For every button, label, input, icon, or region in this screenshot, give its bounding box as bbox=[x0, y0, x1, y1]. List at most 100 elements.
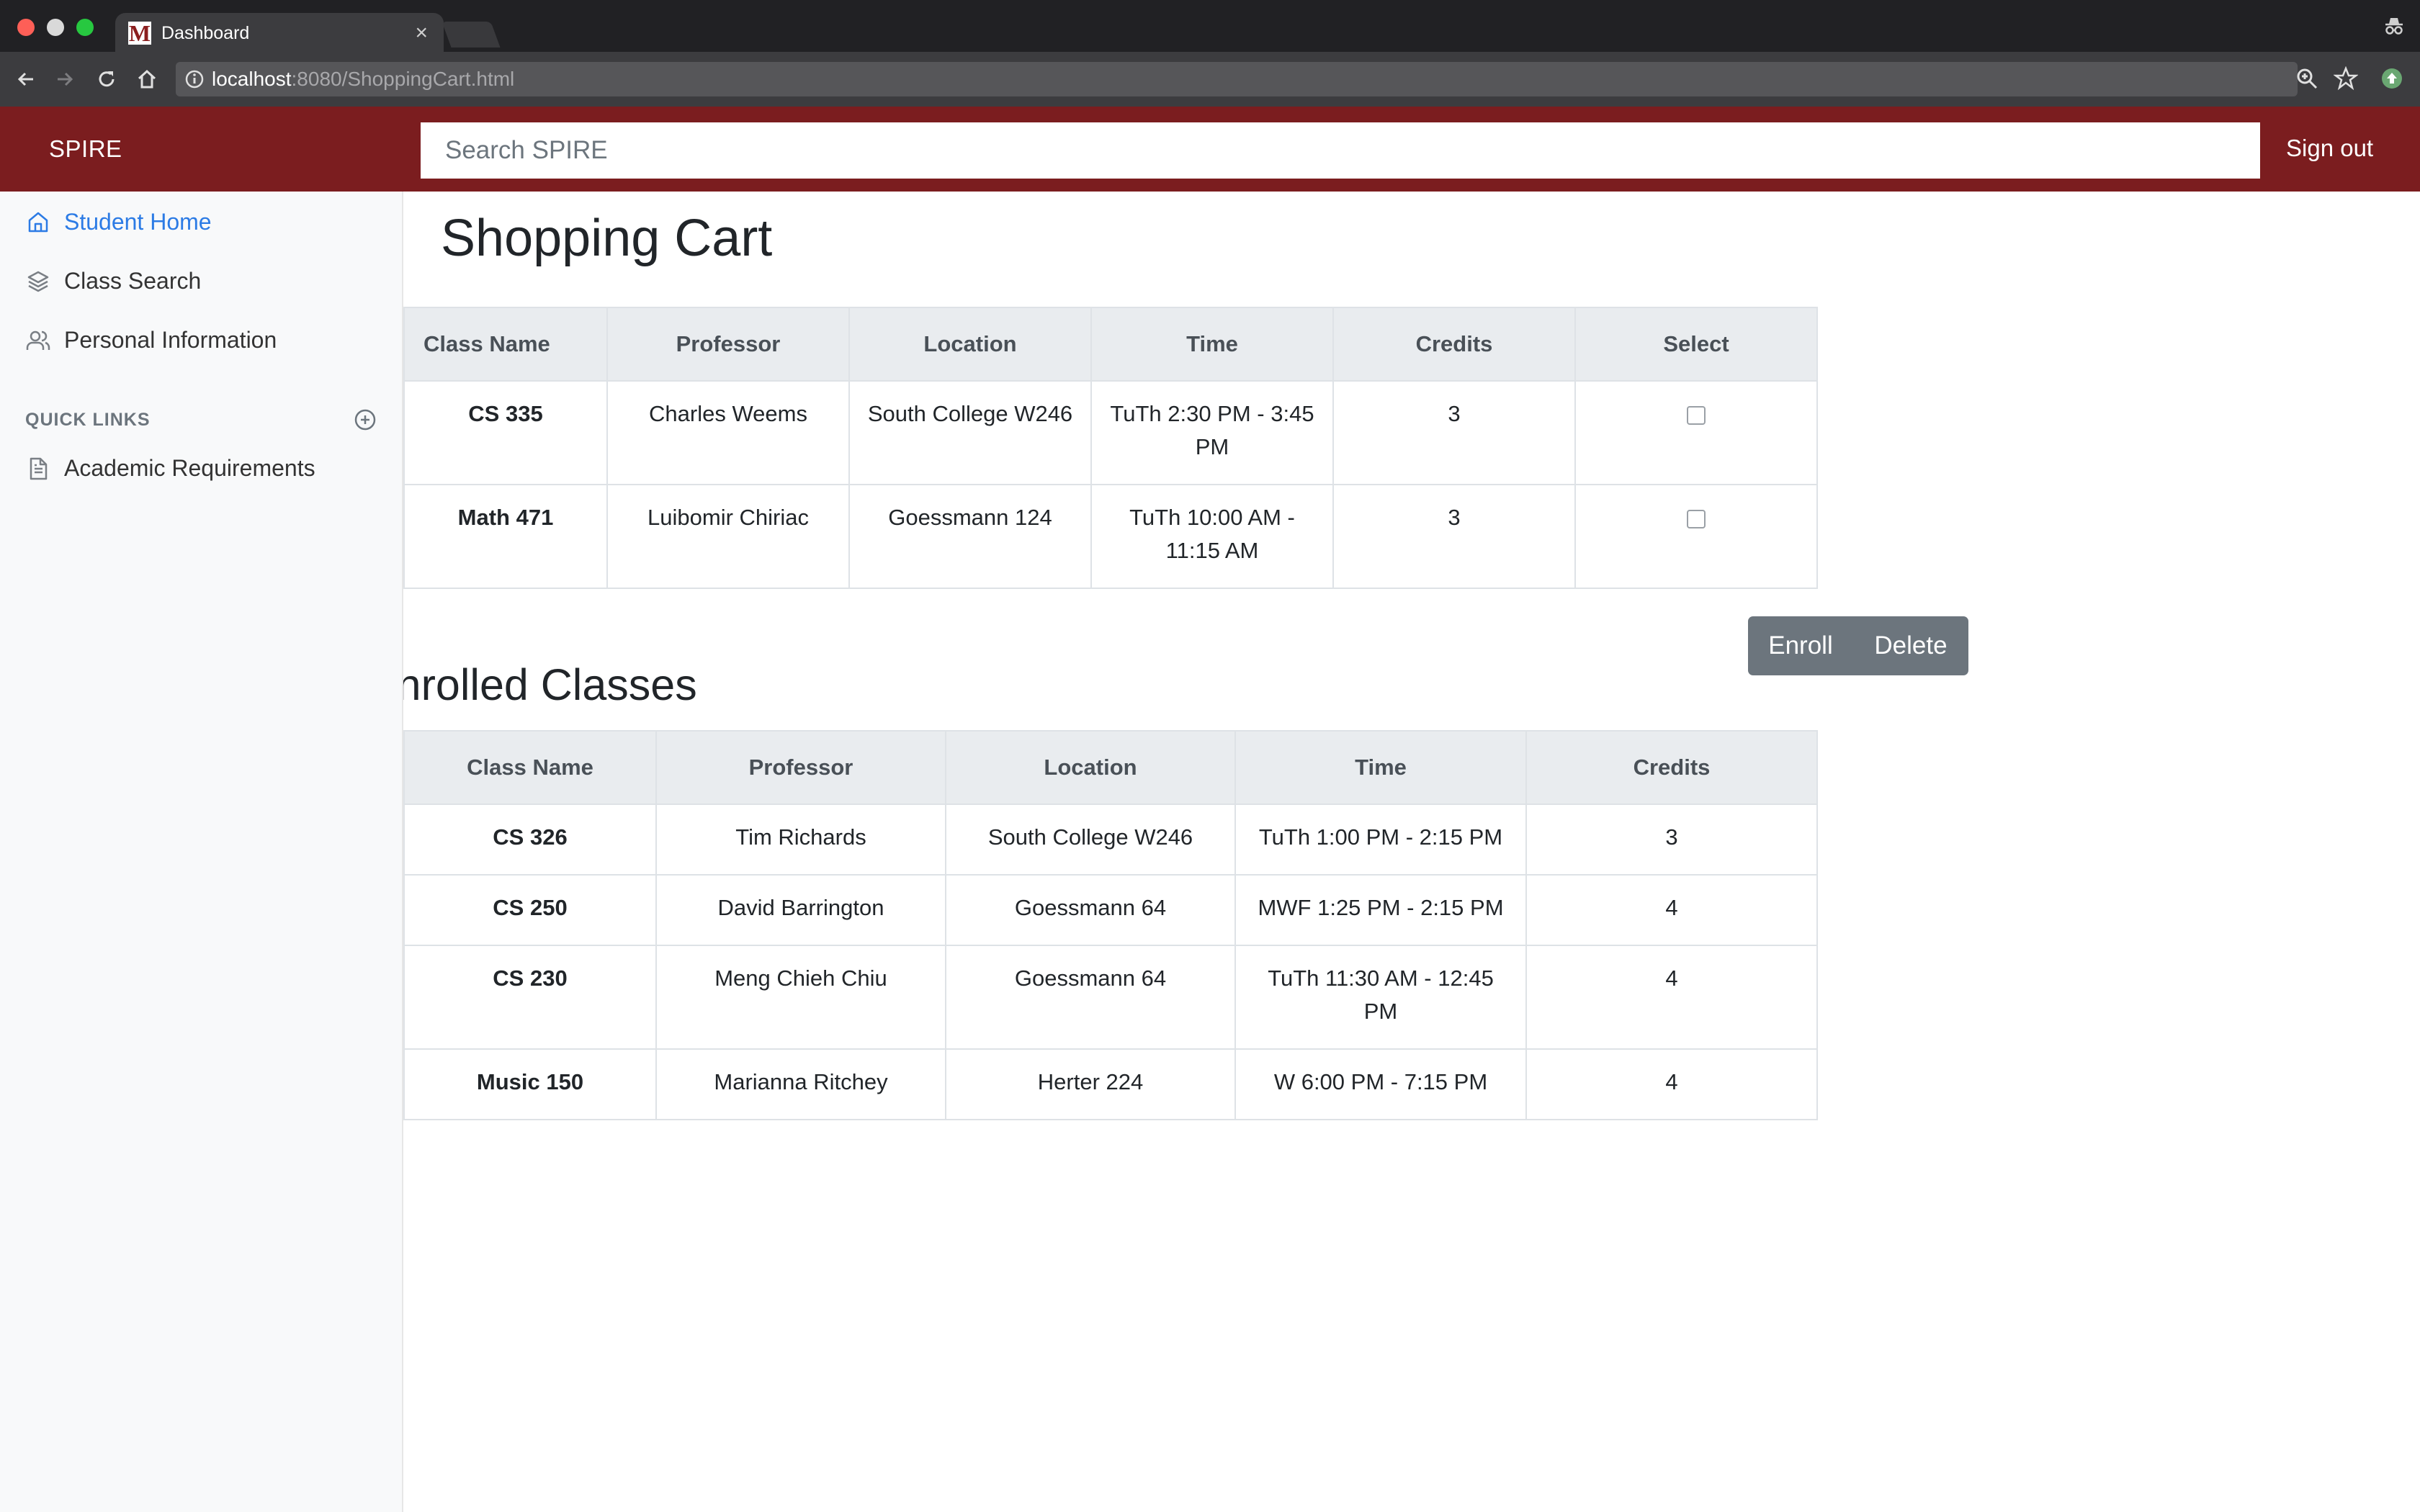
back-icon[interactable] bbox=[14, 68, 37, 91]
location-cell: Herter 224 bbox=[945, 1048, 1236, 1120]
select-cell bbox=[1574, 484, 1818, 589]
professor-cell: Luibomir Chiriac bbox=[606, 484, 850, 589]
app-navbar: SPIRE Sign out bbox=[0, 107, 2420, 192]
table-row: CS 335 Charles Weems South College W246 … bbox=[403, 380, 1818, 485]
window-minimize-button[interactable] bbox=[47, 19, 64, 36]
layers-icon bbox=[27, 271, 49, 292]
sidebar-item-class-search[interactable]: Class Search bbox=[26, 268, 201, 294]
class-name-cell: CS 250 bbox=[403, 874, 657, 946]
credits-cell: 4 bbox=[1525, 874, 1818, 946]
location-cell: Goessmann 64 bbox=[945, 945, 1236, 1050]
tab-title: Dashboard bbox=[161, 22, 250, 43]
bookmark-star-icon[interactable] bbox=[2334, 66, 2358, 91]
professor-cell: Meng Chieh Chiu bbox=[655, 945, 946, 1050]
table-header-row: Class Name Professor Location Time Credi… bbox=[403, 730, 1818, 805]
enrolled-classes-heading: Enrolled Classes bbox=[403, 660, 697, 709]
column-header: Credits bbox=[1332, 307, 1576, 382]
home-icon bbox=[28, 212, 48, 232]
time-cell: TuTh 10:00 AM - 11:15 AM bbox=[1090, 484, 1334, 589]
credits-cell: 3 bbox=[1525, 804, 1818, 876]
credits-cell: 4 bbox=[1525, 945, 1818, 1050]
table-row: CS 230 Meng Chieh Chiu Goessmann 64 TuTh… bbox=[403, 945, 1818, 1050]
users-icon bbox=[26, 330, 50, 350]
professor-cell: Marianna Ritchey bbox=[655, 1048, 946, 1120]
sidebar-item-student-home[interactable]: Student Home bbox=[26, 209, 212, 235]
shopping-cart-table: Class Name Professor Location Time Credi… bbox=[403, 307, 1818, 589]
browser-tab-bar: M Dashboard × bbox=[0, 0, 2420, 53]
url-text: localhost:8080/ShoppingCart.html bbox=[212, 68, 515, 90]
time-cell: MWF 1:25 PM - 2:15 PM bbox=[1234, 874, 1527, 946]
main-content: Shopping Cart Class Name Professor Locat… bbox=[403, 192, 2420, 1512]
column-header: Credits bbox=[1525, 730, 1818, 805]
extension-icon[interactable] bbox=[2381, 68, 2403, 89]
table-row: Music 150 Marianna Ritchey Herter 224 W … bbox=[403, 1048, 1818, 1120]
column-header: Location bbox=[848, 307, 1092, 382]
column-header: Class Name bbox=[403, 307, 608, 382]
time-cell: TuTh 1:00 PM - 2:15 PM bbox=[1234, 804, 1527, 876]
class-name-cell: CS 326 bbox=[403, 804, 657, 876]
sidebar-item-personal-information[interactable]: Personal Information bbox=[26, 327, 277, 354]
credits-cell: 4 bbox=[1525, 1048, 1818, 1120]
enrolled-classes-table: Class Name Professor Location Time Credi… bbox=[403, 730, 1818, 1120]
column-header: Location bbox=[945, 730, 1236, 805]
site-info-icon[interactable] bbox=[184, 69, 205, 89]
new-tab-button[interactable] bbox=[442, 22, 501, 48]
location-cell: Goessmann 124 bbox=[848, 484, 1092, 589]
delete-button[interactable]: Delete bbox=[1853, 616, 1968, 675]
column-header: Time bbox=[1234, 730, 1527, 805]
file-text-icon bbox=[30, 457, 48, 480]
sign-out-link[interactable]: Sign out bbox=[2286, 135, 2373, 162]
table-row: Math 471 Luibomir Chiriac Goessmann 124 … bbox=[403, 484, 1818, 589]
search-input[interactable] bbox=[421, 122, 2260, 179]
home-button-icon[interactable] bbox=[135, 68, 158, 91]
time-cell: TuTh 2:30 PM - 3:45 PM bbox=[1090, 380, 1334, 485]
professor-cell: Charles Weems bbox=[606, 380, 850, 485]
class-name-cell: Music 150 bbox=[403, 1048, 657, 1120]
credits-cell: 3 bbox=[1332, 380, 1576, 485]
location-cell: South College W246 bbox=[848, 380, 1092, 485]
column-header: Class Name bbox=[403, 730, 657, 805]
forward-icon[interactable] bbox=[53, 68, 76, 91]
sidebar-item-label: Academic Requirements bbox=[64, 455, 315, 481]
browser-tab[interactable]: M Dashboard × bbox=[115, 13, 444, 53]
add-quick-link-icon[interactable] bbox=[353, 408, 377, 432]
incognito-icon[interactable] bbox=[2383, 14, 2406, 37]
select-cell bbox=[1574, 380, 1818, 485]
sidebar-item-label: Personal Information bbox=[64, 327, 277, 353]
column-header: Professor bbox=[655, 730, 946, 805]
time-cell: W 6:00 PM - 7:15 PM bbox=[1234, 1048, 1527, 1120]
zoom-icon[interactable] bbox=[2295, 66, 2319, 91]
column-header: Professor bbox=[606, 307, 850, 382]
window-close-button[interactable] bbox=[17, 19, 35, 36]
column-header: Select bbox=[1574, 307, 1818, 382]
sidebar-item-academic-requirements[interactable]: Academic Requirements bbox=[26, 455, 315, 482]
table-row: CS 326 Tim Richards South College W246 T… bbox=[403, 804, 1818, 876]
class-name-cell: Math 471 bbox=[403, 484, 608, 589]
quick-links-heading: QUICK LINKS bbox=[25, 410, 151, 430]
sidebar-item-label: Student Home bbox=[64, 209, 212, 235]
favicon-icon: M bbox=[128, 20, 151, 46]
table-header-row: Class Name Professor Location Time Credi… bbox=[403, 307, 1818, 382]
sidebar: Student Home Class Search Personal Infor… bbox=[0, 192, 403, 1512]
table-row: CS 250 David Barrington Goessmann 64 MWF… bbox=[403, 874, 1818, 946]
time-cell: TuTh 11:30 AM - 12:45 PM bbox=[1234, 945, 1527, 1050]
reload-icon[interactable] bbox=[95, 68, 118, 91]
location-cell: Goessmann 64 bbox=[945, 874, 1236, 946]
address-bar[interactable]: localhost:8080/ShoppingCart.html bbox=[176, 62, 2298, 96]
select-checkbox[interactable] bbox=[1687, 510, 1706, 528]
brand-logo[interactable]: SPIRE bbox=[49, 135, 122, 163]
window-maximize-button[interactable] bbox=[76, 19, 94, 36]
column-header: Time bbox=[1090, 307, 1334, 382]
location-cell: South College W246 bbox=[945, 804, 1236, 876]
tab-close-icon[interactable]: × bbox=[415, 21, 428, 45]
select-checkbox[interactable] bbox=[1687, 406, 1706, 425]
class-name-cell: CS 335 bbox=[403, 380, 608, 485]
class-name-cell: CS 230 bbox=[403, 945, 657, 1050]
enroll-button[interactable]: Enroll bbox=[1748, 616, 1853, 675]
professor-cell: Tim Richards bbox=[655, 804, 946, 876]
professor-cell: David Barrington bbox=[655, 874, 946, 946]
sidebar-item-label: Class Search bbox=[64, 268, 202, 294]
credits-cell: 3 bbox=[1332, 484, 1576, 589]
page-title: Shopping Cart bbox=[441, 210, 773, 267]
browser-toolbar: localhost:8080/ShoppingCart.html bbox=[0, 52, 2420, 107]
